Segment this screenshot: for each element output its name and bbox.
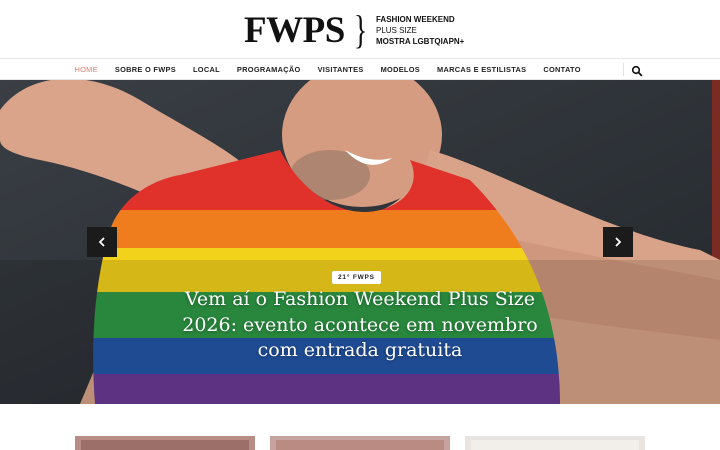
nav-item-visitantes[interactable]: VISITANTES [309,65,372,74]
post-card-thumbnail[interactable] [465,436,645,450]
logo-line-2: PLUS SIZE [375,25,417,35]
site-logo[interactable]: FWPS } FASHION WEEKEND PLUS SIZE MOSTRA … [244,7,464,52]
post-card-image [276,440,444,450]
nav-item-programacao[interactable]: PROGRAMAÇÃO [228,65,309,74]
main-nav: HOME SOBRE O FWPS LOCAL PROGRAMAÇÃO VISI… [0,58,720,80]
chevron-left-icon [98,237,105,247]
logo-mark: FWPS [244,9,345,51]
logo-tagline: FASHION WEEKEND PLUS SIZE MOSTRA LGBTQIA… [376,14,464,47]
nav-item-modelos[interactable]: MODELOS [372,65,428,74]
nav-divider [623,63,624,76]
chevron-right-icon [615,237,622,247]
logo-line-1: FASHION WEEKEND [375,14,455,24]
nav-item-home[interactable]: HOME [66,65,106,74]
logo-line-3: MOSTRA LGBTQIAPN+ [375,36,465,46]
post-card-thumbnail[interactable] [75,436,255,450]
hero-headline[interactable]: Vem aí o Fashion Weekend Plus Size 2026:… [160,287,560,364]
post-card-image [81,440,249,450]
post-cards [0,404,720,450]
site-header: FWPS } FASHION WEEKEND PLUS SIZE MOSTRA … [0,0,720,58]
nav-item-contato[interactable]: CONTATO [535,65,589,74]
search-icon[interactable] [631,64,643,77]
category-badge[interactable]: 21° FWPS [332,271,381,284]
slider-prev-button[interactable] [87,227,117,257]
post-card-thumbnail[interactable] [270,436,450,450]
nav-item-sobre[interactable]: SOBRE O FWPS [106,65,184,74]
hero-slider[interactable]: 21° FWPS Vem aí o Fashion Weekend Plus S… [0,80,720,404]
slider-next-button[interactable] [603,227,633,257]
nav-item-marcas[interactable]: MARCAS E ESTILISTAS [429,65,535,74]
nav-item-local[interactable]: LOCAL [184,65,228,74]
logo-brace: } [353,7,368,52]
post-card-image [471,440,639,450]
nav-menu: HOME SOBRE O FWPS LOCAL PROGRAMAÇÃO VISI… [66,59,589,80]
